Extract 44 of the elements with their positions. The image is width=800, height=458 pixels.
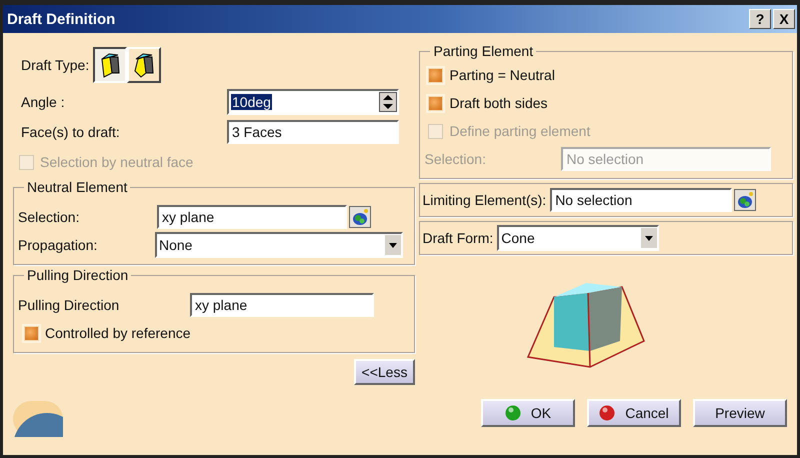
field-label: Selection: bbox=[18, 209, 80, 225]
ok-button[interactable]: OK bbox=[481, 399, 575, 427]
field-label: Pulling Direction bbox=[18, 297, 120, 313]
angle-spinner[interactable]: 10deg bbox=[227, 89, 399, 115]
globe-icon bbox=[349, 206, 371, 228]
faces-field[interactable]: 3 Faces bbox=[227, 120, 399, 144]
cancel-button[interactable]: Cancel bbox=[587, 399, 681, 427]
dot-icon bbox=[504, 405, 521, 421]
field-label: Propagation: bbox=[18, 237, 98, 253]
field-label: Selection: bbox=[424, 151, 487, 167]
globe-icon bbox=[734, 189, 756, 211]
dropdown[interactable]: None bbox=[155, 232, 403, 258]
checkbox-label: Define parting element bbox=[449, 123, 590, 139]
pulling-direction-field[interactable]: xy plane bbox=[190, 293, 374, 317]
checkbox[interactable] bbox=[428, 96, 444, 110]
limiting-elements-field[interactable]: No selection bbox=[550, 188, 732, 212]
group-title: Parting Element bbox=[430, 43, 536, 59]
checkbox[interactable] bbox=[24, 326, 39, 340]
field-label: Draft Type: bbox=[21, 57, 90, 73]
preview-button[interactable]: Preview bbox=[693, 399, 787, 427]
group-title: Pulling Direction bbox=[24, 267, 132, 283]
dot-icon bbox=[599, 405, 616, 421]
checkbox[interactable] bbox=[428, 68, 444, 82]
field-label: Limiting Element(s): bbox=[422, 192, 546, 208]
checkbox-label: Controlled by reference bbox=[45, 325, 191, 341]
draft-type-button[interactable] bbox=[93, 47, 128, 83]
checkbox-label: Parting = Neutral bbox=[449, 67, 555, 83]
block-icon bbox=[132, 51, 156, 79]
field-label: Draft Form: bbox=[422, 230, 494, 246]
selection-field[interactable]: xy plane bbox=[157, 205, 347, 229]
close-button[interactable]: X bbox=[773, 9, 795, 29]
caret-icon bbox=[385, 235, 401, 255]
less-button[interactable]: <<Less bbox=[354, 359, 416, 385]
help-button[interactable]: ? bbox=[749, 9, 771, 29]
checkbox-label: Draft both sides bbox=[449, 95, 548, 111]
spinner-arrows-icon bbox=[379, 92, 397, 112]
field-label: Face(s) to draft: bbox=[21, 124, 121, 140]
checkbox-label: Selection by neutral face bbox=[40, 154, 194, 170]
field-label: Angle : bbox=[21, 94, 66, 110]
caret-icon bbox=[641, 228, 658, 248]
globe-logo-drawing bbox=[13, 401, 63, 437]
dropdown[interactable]: Cone bbox=[497, 225, 660, 251]
group-title: Neutral Element bbox=[24, 179, 130, 195]
window-title: Draft Definition bbox=[7, 10, 116, 28]
